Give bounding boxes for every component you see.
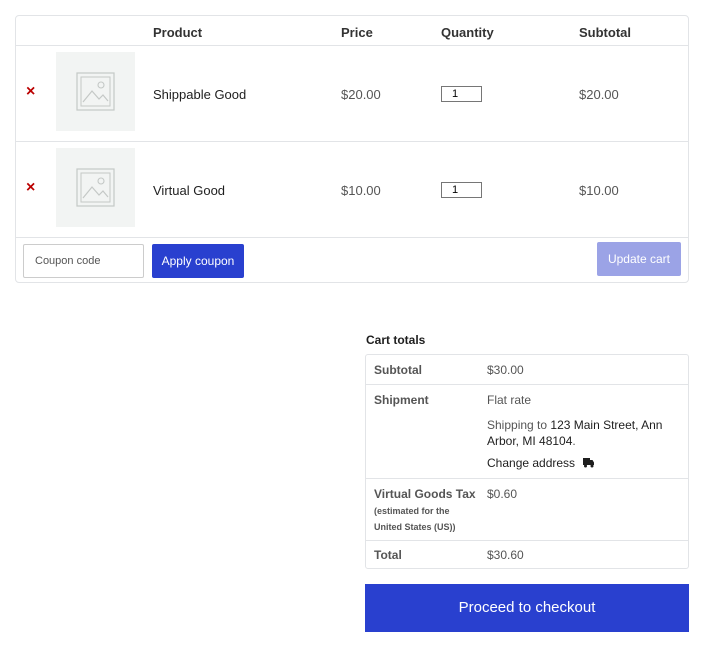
shipping-method: Flat rate <box>487 393 532 407</box>
totals-row-subtotal: Subtotal $30.00 <box>366 355 688 385</box>
quantity-input[interactable]: 1 <box>441 86 482 102</box>
coupon-code-input[interactable]: Coupon code <box>23 244 144 278</box>
header-price: Price <box>341 25 373 40</box>
header-product: Product <box>153 25 203 40</box>
change-address-link[interactable]: Change address <box>487 456 595 470</box>
product-subtotal: $10.00 <box>579 183 619 198</box>
cart-table-header: Product Price Quantity Subtotal <box>16 16 688 46</box>
total-value: $30.60 <box>487 548 524 562</box>
product-subtotal: $20.00 <box>579 87 619 102</box>
shipment-label: Shipment <box>374 393 429 407</box>
header-quantity: Quantity <box>441 25 494 40</box>
apply-coupon-button[interactable]: Apply coupon <box>152 244 244 278</box>
product-image-placeholder[interactable] <box>56 148 135 227</box>
header-subtotal: Subtotal <box>579 25 631 40</box>
remove-item-icon[interactable]: × <box>26 180 35 196</box>
change-address-label: Change address <box>487 456 576 470</box>
cart-totals-heading: Cart totals <box>366 333 426 347</box>
table-row: × Shippable Good $20.00 1 $20.00 <box>16 46 688 142</box>
product-price: $10.00 <box>341 183 381 198</box>
shipping-to-label: Shipping to <box>487 418 551 432</box>
shipping-address-period: . <box>572 434 576 448</box>
tax-value: $0.60 <box>487 487 518 501</box>
remove-item-icon[interactable]: × <box>26 84 35 100</box>
product-name-link[interactable]: Virtual Good <box>153 183 225 198</box>
update-cart-button[interactable]: Update cart <box>597 242 681 276</box>
shipping-destination: Shipping to 123 Main Street, Ann Arbor, … <box>487 417 672 449</box>
product-name-link[interactable]: Shippable Good <box>153 87 246 102</box>
total-label: Total <box>374 548 402 562</box>
table-row: × Virtual Good $10.00 1 $10.00 <box>16 142 688 238</box>
subtotal-label: Subtotal <box>374 363 422 377</box>
cart-totals-table: Subtotal $30.00 Shipment Flat rate Shipp… <box>365 354 689 569</box>
proceed-to-checkout-button[interactable]: Proceed to checkout <box>365 584 689 632</box>
product-price: $20.00 <box>341 87 381 102</box>
subtotal-value: $30.00 <box>487 363 524 377</box>
tax-estimate-note: (estimated for the United States (US)) <box>374 506 456 532</box>
tax-label: Virtual Goods Tax <box>374 487 476 501</box>
cart-table: Product Price Quantity Subtotal × Shippa… <box>15 15 689 283</box>
product-image-placeholder[interactable] <box>56 52 135 131</box>
image-placeholder-icon <box>76 72 115 111</box>
image-placeholder-icon <box>76 168 115 207</box>
cart-actions: Coupon code Apply coupon Update cart <box>16 238 688 284</box>
truck-icon <box>583 458 595 468</box>
totals-row-total: Total $30.60 <box>366 541 688 569</box>
totals-row-shipment: Shipment Flat rate Shipping to 123 Main … <box>366 385 688 479</box>
totals-row-tax: Virtual Goods Tax (estimated for the Uni… <box>366 479 688 541</box>
quantity-input[interactable]: 1 <box>441 182 482 198</box>
